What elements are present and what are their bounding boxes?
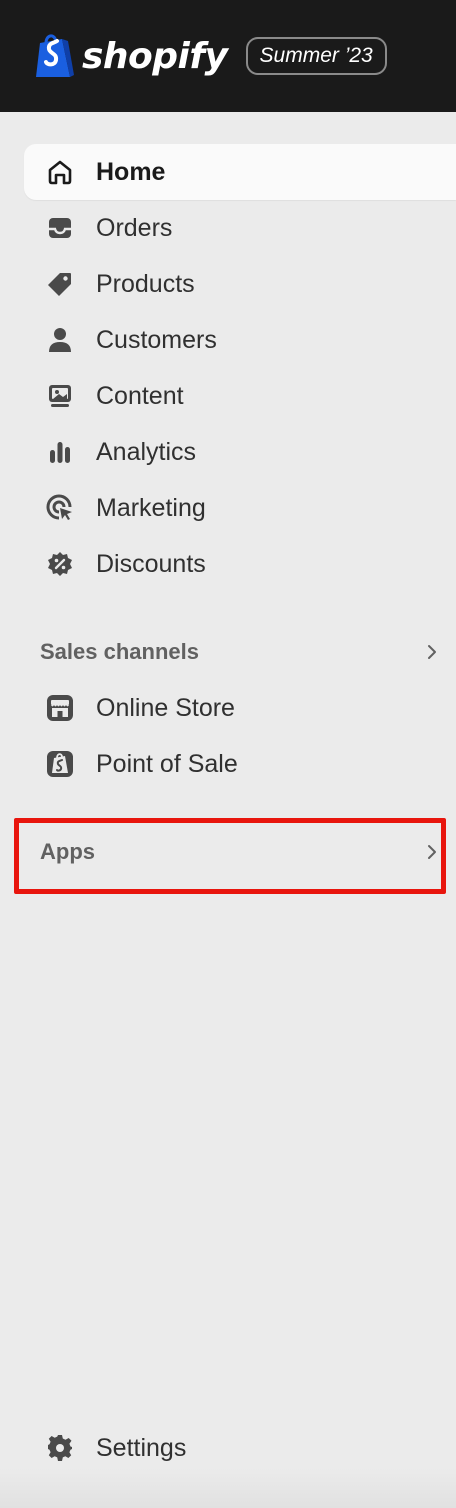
storefront-icon <box>44 692 76 724</box>
nav-item-content[interactable]: Content <box>24 368 456 424</box>
nav-label-content: Content <box>96 381 184 410</box>
brand-name[interactable]: shopify <box>82 36 228 77</box>
edition-badge[interactable]: Summer ’23 <box>245 37 387 75</box>
top-bar: shopify Summer ’23 <box>0 0 456 112</box>
nav-label-home: Home <box>96 157 166 186</box>
chevron-right-icon <box>428 645 436 659</box>
nav-label-analytics: Analytics <box>96 437 197 466</box>
target-icon <box>44 492 76 524</box>
home-icon <box>44 156 76 188</box>
nav-label-point-of-sale: Point of Sale <box>96 749 238 778</box>
nav-item-home[interactable]: Home <box>24 144 456 200</box>
nav-item-customers[interactable]: Customers <box>24 312 456 368</box>
pos-bag-icon <box>44 748 76 780</box>
nav-item-discounts[interactable]: Discounts <box>24 536 456 592</box>
nav-label-settings: Settings <box>96 1433 187 1462</box>
shopify-bag-icon[interactable] <box>32 31 76 81</box>
nav-label-discounts: Discounts <box>96 549 206 578</box>
footer-shadow <box>0 1468 456 1508</box>
nav-item-point-of-sale[interactable]: Point of Sale <box>24 736 456 792</box>
inbox-icon <box>44 212 76 244</box>
sales-channels-title: Sales channels <box>40 639 199 664</box>
image-icon <box>44 380 76 412</box>
nav-label-orders: Orders <box>96 213 173 242</box>
gear-icon <box>44 1432 76 1464</box>
tag-icon <box>44 268 76 300</box>
nav-item-products[interactable]: Products <box>24 256 456 312</box>
nav-label-customers: Customers <box>96 325 217 354</box>
bar-chart-icon <box>44 436 76 468</box>
nav-item-online-store[interactable]: Online Store <box>24 680 456 736</box>
discount-badge-icon <box>44 548 76 580</box>
sales-channels-header[interactable]: Sales channels <box>40 632 440 672</box>
nav-item-analytics[interactable]: Analytics <box>24 424 456 480</box>
nav-label-online-store: Online Store <box>96 693 235 722</box>
nav-item-marketing[interactable]: Marketing <box>24 480 456 536</box>
person-icon <box>44 324 76 356</box>
apps-highlight-box <box>14 818 446 894</box>
nav-label-marketing: Marketing <box>96 493 206 522</box>
nav-item-orders[interactable]: Orders <box>24 200 456 256</box>
nav-label-products: Products <box>96 269 195 298</box>
